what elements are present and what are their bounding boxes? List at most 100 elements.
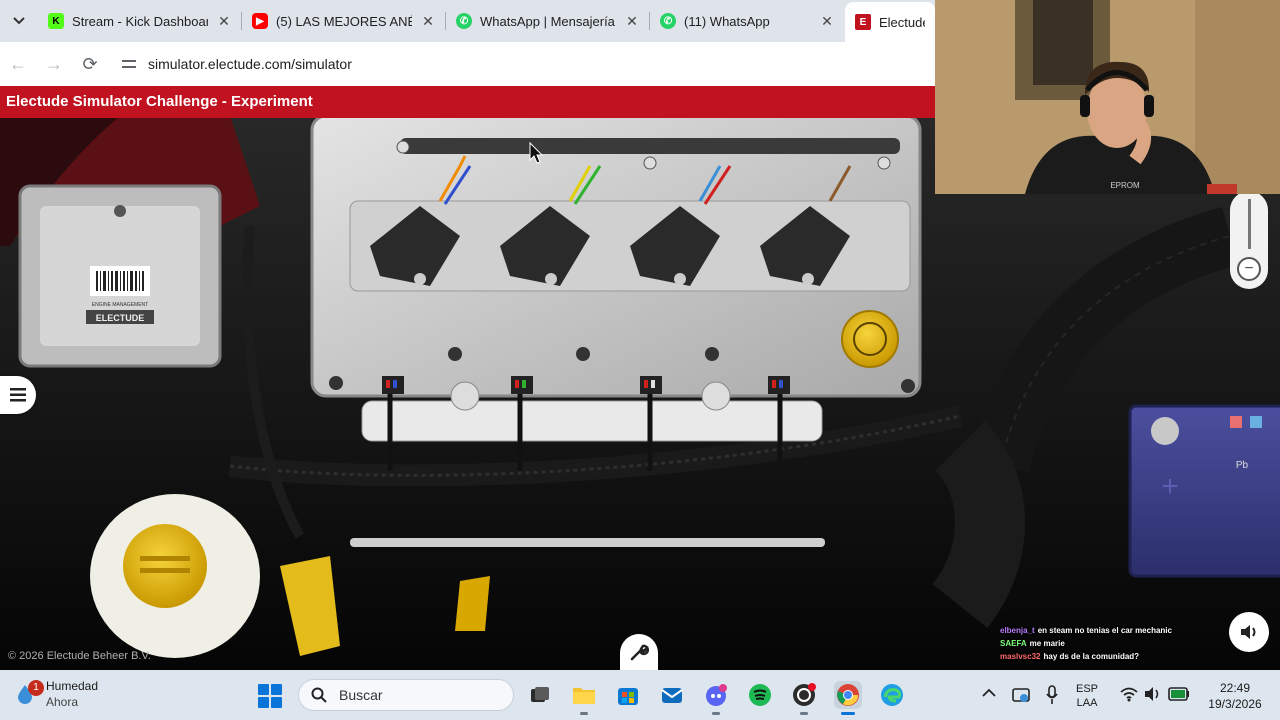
browser-tab-electude[interactable]: E Electude — [845, 2, 935, 42]
hamburger-icon — [10, 388, 26, 402]
taskbar-search[interactable]: Buscar — [298, 679, 514, 711]
sound-button[interactable] — [1229, 612, 1269, 652]
zoom-out-button[interactable]: − — [1237, 257, 1261, 281]
obs-icon — [793, 683, 816, 706]
task-view-icon — [531, 687, 549, 702]
barcode — [96, 271, 144, 291]
whatsapp-icon: ✆ — [456, 13, 473, 29]
tab-title: (5) LAS MEJORES ANÉCD — [276, 13, 413, 29]
edge-button[interactable] — [878, 681, 906, 709]
start-button[interactable] — [258, 684, 282, 708]
wrench-icon — [630, 644, 649, 661]
tshirt-text: EPROM — [1110, 181, 1140, 190]
obs-button[interactable] — [790, 681, 818, 715]
clock-date: 19/3/2026 — [1208, 697, 1262, 711]
language-indicator[interactable]: ESP LAA — [1076, 682, 1098, 710]
edge-icon — [881, 684, 903, 706]
url-text[interactable]: simulator.electude.com/simulator — [148, 56, 352, 72]
spotify-button[interactable] — [746, 681, 774, 709]
language-bottom: LAA — [1076, 697, 1098, 709]
tools-button[interactable] — [620, 634, 658, 670]
site-settings-icon[interactable] — [120, 55, 138, 73]
discord-icon — [706, 684, 727, 706]
wifi-icon[interactable] — [1120, 686, 1138, 702]
chat-username: elbenja_t — [1000, 626, 1035, 635]
weather-widget[interactable]: 1 Humedad Ahora — [14, 678, 98, 710]
browser-tab-whatsapp-web[interactable]: ✆ WhatsApp | Mensajería y ✕ — [446, 3, 651, 39]
browser-tab-bar: K Stream - Kick Dashboard ✕ ▶ (5) LAS ME… — [0, 0, 935, 42]
store-icon — [618, 688, 638, 705]
mail-icon — [661, 688, 683, 703]
close-icon[interactable]: ✕ — [420, 13, 436, 30]
browser-tab-youtube[interactable]: ▶ (5) LAS MEJORES ANÉCD ✕ — [242, 3, 447, 39]
microphone-icon[interactable] — [1046, 685, 1058, 705]
streamer-webcam: EPROM — [935, 0, 1280, 194]
coolant-reservoir[interactable] — [90, 494, 260, 658]
forward-button[interactable]: → — [36, 54, 72, 75]
kick-icon: K — [48, 13, 65, 29]
weather-title: Humedad — [46, 679, 99, 693]
weather-subtitle: Ahora — [46, 695, 79, 709]
close-icon[interactable]: ✕ — [624, 13, 640, 30]
chat-message: elbenja_t en steam no tenias el car mecha… — [1000, 624, 1235, 637]
network-status-icon[interactable] — [1012, 686, 1030, 704]
search-icon — [311, 687, 327, 703]
zoom-slider-track[interactable] — [1248, 199, 1251, 249]
address-bar: ← → ⟳ simulator.electude.com/simulator — [0, 42, 935, 86]
store-button[interactable] — [614, 681, 642, 709]
chat-message: SAEFA me marie — [1000, 637, 1235, 650]
battery-status-icon[interactable] — [1168, 687, 1190, 701]
browser-tab-whatsapp[interactable]: ✆ (11) WhatsApp ✕ — [650, 3, 845, 39]
task-view-button[interactable] — [526, 681, 554, 709]
chat-text: me marie — [1029, 639, 1065, 648]
whatsapp-icon: ✆ — [660, 13, 677, 29]
stream-chat-overlay: elbenja_t en steam no tenias el car mecha… — [1000, 624, 1235, 663]
back-button[interactable]: ← — [0, 54, 36, 75]
file-explorer-button[interactable] — [570, 681, 598, 715]
clock-time: 22:49 — [1219, 681, 1251, 695]
language-top: ESP — [1076, 683, 1099, 695]
chat-text: hay ds de la comunidad? — [1043, 652, 1140, 661]
close-icon[interactable]: ✕ — [216, 13, 232, 30]
system-clock[interactable]: 22:49 19/3/2026 — [1190, 680, 1280, 712]
close-icon[interactable]: ✕ — [819, 13, 835, 30]
tab-title: Electude — [879, 14, 925, 30]
zoom-control[interactable]: − — [1230, 191, 1268, 289]
search-placeholder[interactable]: Buscar — [339, 687, 383, 703]
oil-filler-cap[interactable] — [841, 310, 899, 368]
chat-username: maslvsc32 — [1000, 652, 1041, 661]
notification-badge: 1 — [28, 680, 44, 696]
ecu-sublabel: ENGINE MANAGEMENT — [92, 302, 148, 308]
tab-title: WhatsApp | Mensajería y — [480, 13, 617, 29]
tab-title: (11) WhatsApp — [684, 13, 770, 29]
chat-username: SAEFA — [1000, 639, 1027, 648]
chevron-down-icon — [13, 17, 25, 25]
windows-taskbar: 1 Humedad Ahora Buscar ESP LAA 22:49 19/… — [0, 670, 1280, 720]
ecu-label: ELECTUDE — [96, 313, 145, 323]
tab-title: Stream - Kick Dashboard — [72, 13, 209, 29]
chat-message: maslvsc32 hay ds de la comunidad? — [1000, 650, 1235, 663]
webcam-overlay: EPROM — [935, 0, 1280, 194]
battery-label: Pb — [1236, 460, 1249, 471]
browser-tab-kick[interactable]: K Stream - Kick Dashboard ✕ — [38, 3, 243, 39]
outlook-button[interactable] — [658, 681, 686, 709]
reload-button[interactable]: ⟳ — [72, 54, 108, 75]
folder-icon — [573, 688, 595, 704]
chat-text: en steam no tenias el car mechanic — [1037, 626, 1172, 635]
chrome-icon — [837, 684, 859, 706]
volume-icon[interactable] — [1144, 686, 1162, 702]
tab-search-button[interactable] — [0, 0, 38, 42]
spotify-icon — [749, 684, 771, 706]
battery[interactable]: Pb + — [1128, 404, 1280, 578]
chevron-up-icon[interactable] — [982, 688, 996, 698]
youtube-icon: ▶ — [252, 13, 269, 29]
speaker-icon — [1241, 625, 1256, 639]
svg-text:+: + — [1161, 470, 1179, 503]
weather-icon: 1 — [14, 680, 44, 706]
url-field[interactable]: simulator.electude.com/simulator — [112, 47, 927, 81]
chrome-button[interactable] — [834, 681, 862, 715]
discord-button[interactable] — [702, 681, 730, 715]
electude-icon: E — [855, 14, 871, 30]
copyright-text: © 2026 Electude Beheer B.V. — [8, 650, 151, 662]
page-title: Electude Simulator Challenge - Experimen… — [0, 86, 935, 118]
